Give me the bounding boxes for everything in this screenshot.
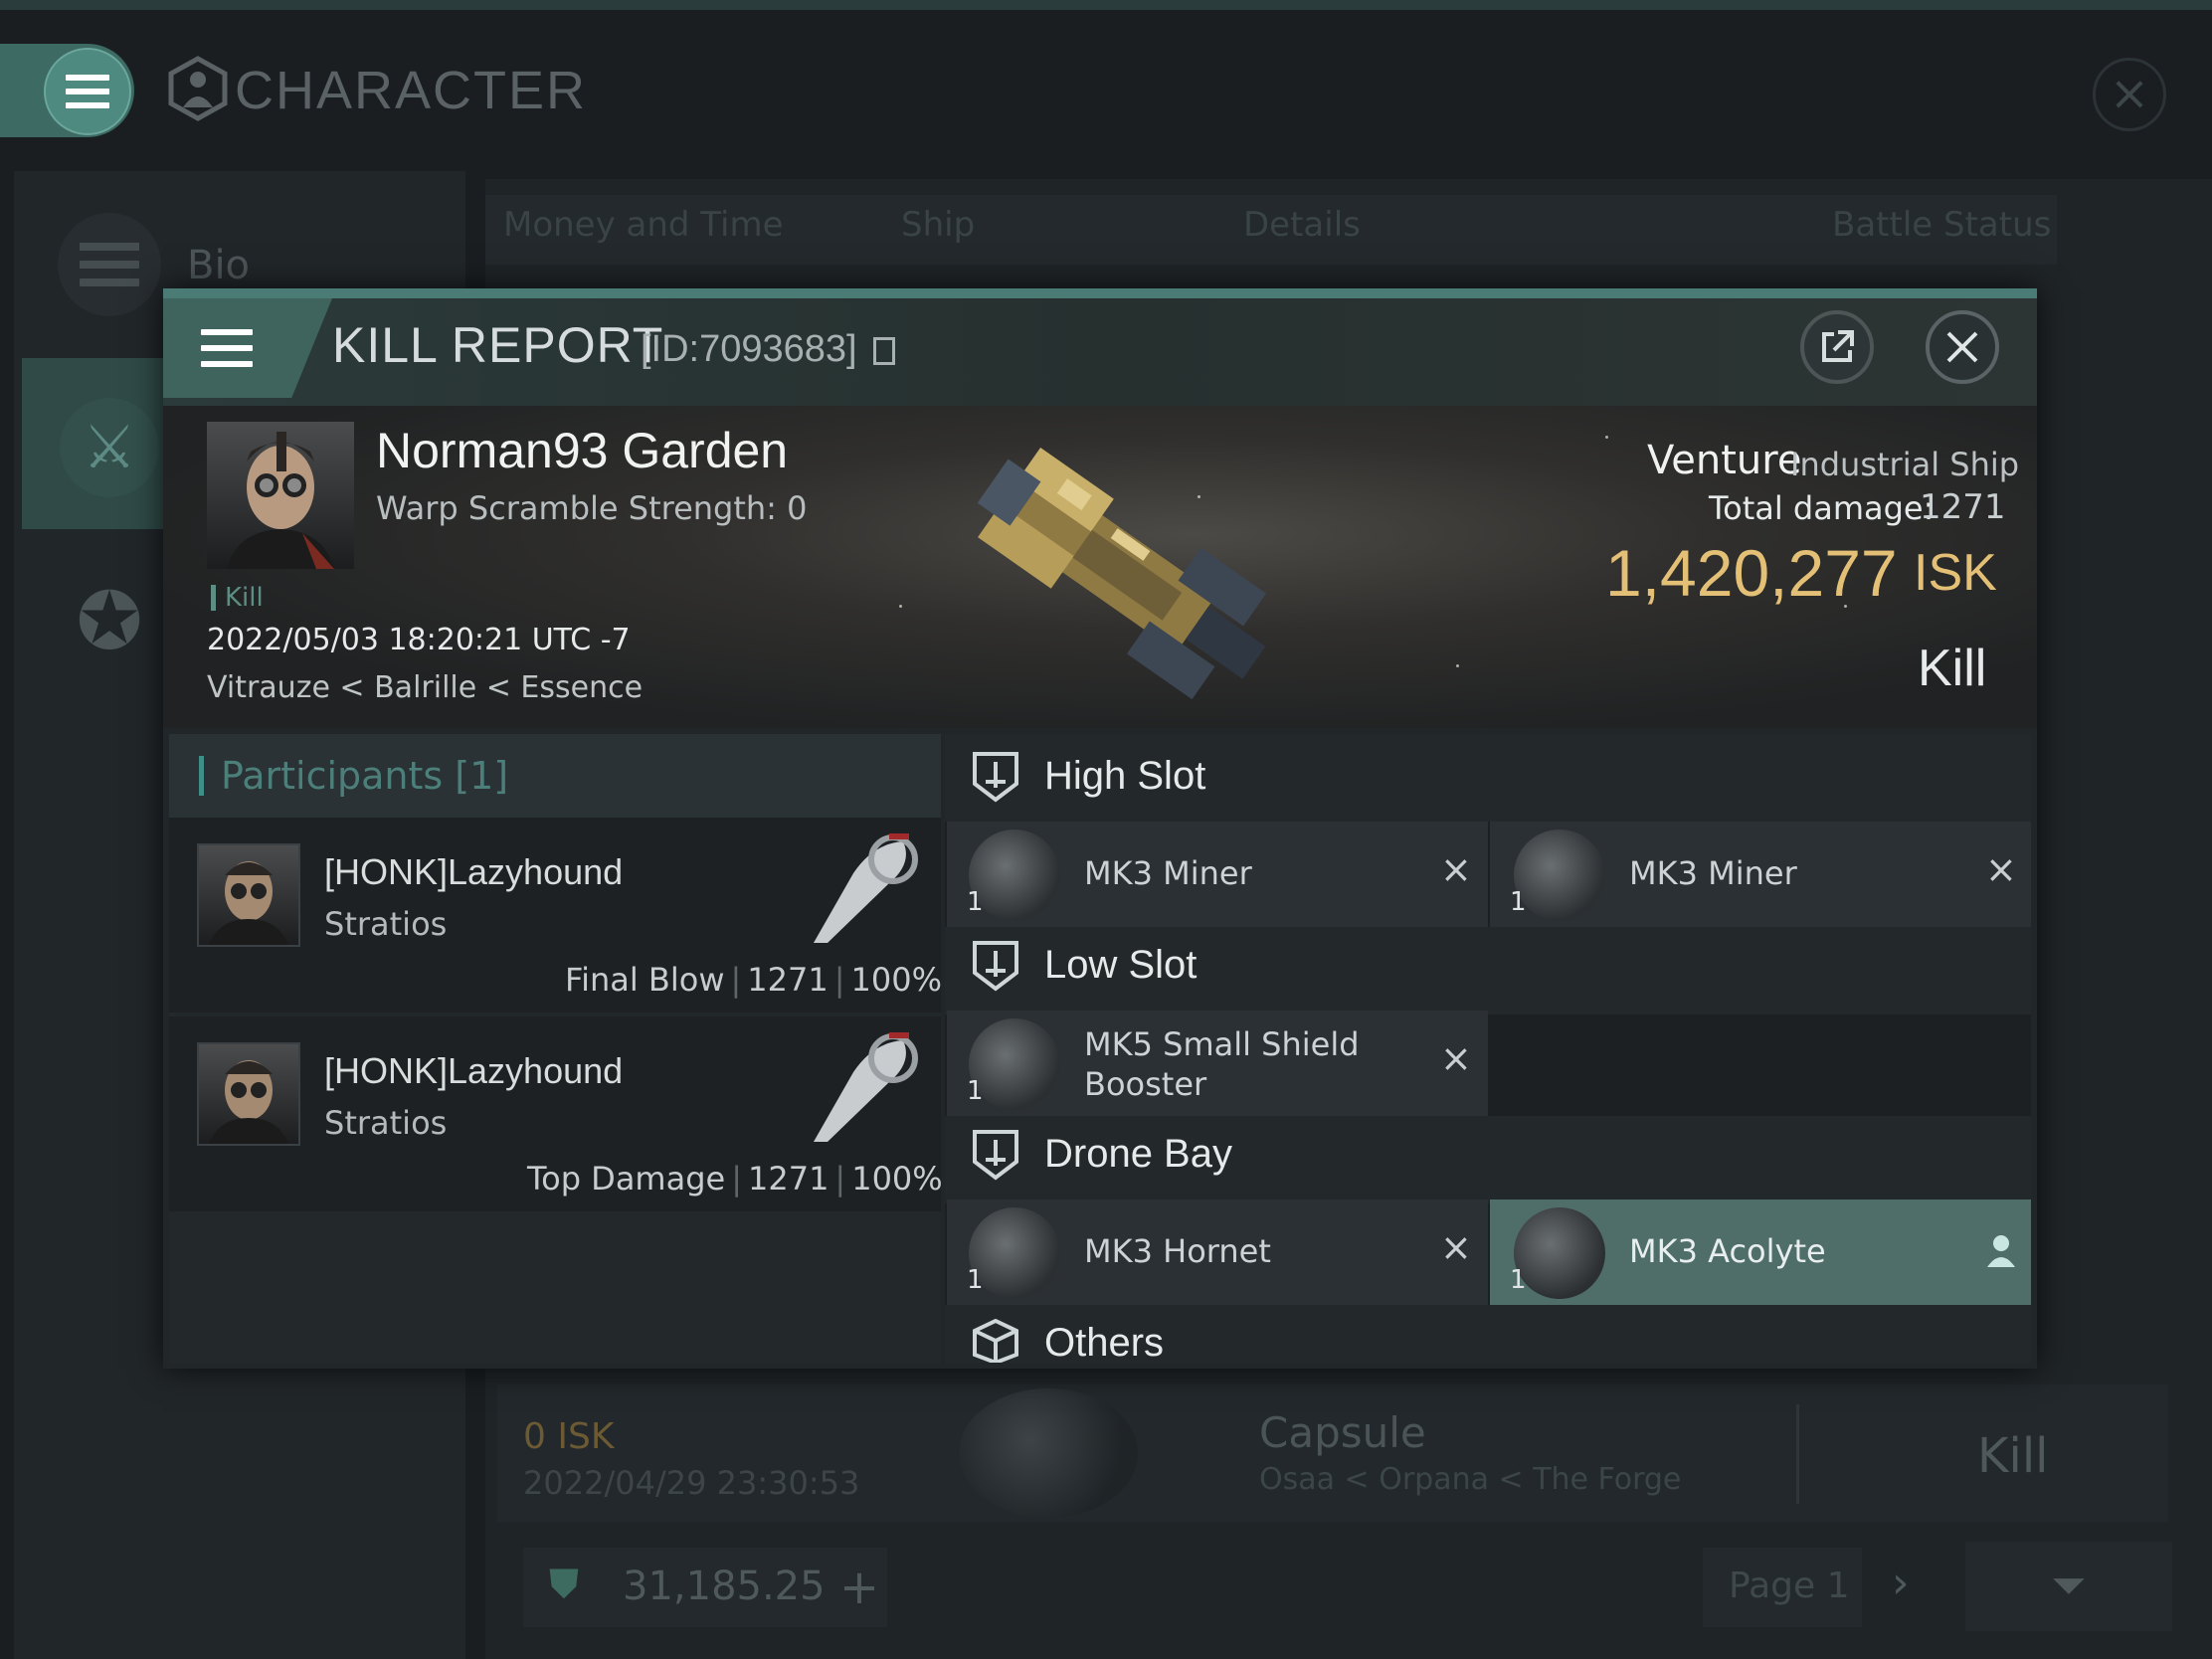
low-slot-icon bbox=[973, 941, 1018, 992]
avatar bbox=[227, 432, 334, 569]
module-quantity: 1 bbox=[967, 1076, 984, 1106]
column-header-money[interactable]: Money and Time bbox=[503, 205, 784, 245]
capsule-image bbox=[959, 1388, 1138, 1518]
sidebar-item-medals[interactable]: ✪ bbox=[58, 567, 161, 676]
participant-stats: Top Damage | 1271 | 100% bbox=[527, 1160, 943, 1198]
filter-button[interactable]: ⏷ bbox=[1965, 1542, 2172, 1631]
list-icon bbox=[80, 243, 139, 286]
total-damage-value: 1271 bbox=[1920, 487, 2006, 527]
modal-title: KILL REPORT bbox=[332, 317, 664, 373]
participant-damage: 1271 bbox=[747, 1160, 830, 1198]
participant-role: Final Blow bbox=[565, 961, 725, 999]
stratios-ship-icon bbox=[814, 833, 918, 943]
destroyed-icon: × bbox=[1440, 1036, 1472, 1080]
isk-unit: ISK bbox=[1914, 544, 1997, 602]
victim-name[interactable]: Norman93 Garden bbox=[376, 422, 788, 479]
box-icon bbox=[973, 1319, 1018, 1363]
sidebar-item-bio[interactable] bbox=[58, 213, 161, 316]
page-label: Page 1 bbox=[1729, 1566, 1850, 1606]
wallet-amount: 31,185.25 bbox=[623, 1564, 826, 1609]
kill-id-text: [ID:7093683] bbox=[641, 328, 857, 370]
ship-class: Industrial Ship bbox=[1790, 446, 2020, 483]
high-slot-icon bbox=[973, 752, 1018, 803]
hamburger-icon bbox=[201, 329, 253, 367]
participants-tab-marker bbox=[199, 756, 204, 796]
module-quantity: 1 bbox=[1510, 1265, 1527, 1295]
kill-id: [ID:7093683] bbox=[641, 328, 896, 371]
kill-datetime: 2022/05/03 18:20:21 UTC -7 bbox=[207, 623, 631, 657]
victim-portrait[interactable] bbox=[207, 422, 354, 569]
row-date: 2022/04/29 23:30:53 bbox=[523, 1464, 860, 1502]
result-label: Kill bbox=[1918, 640, 1987, 697]
kill-tag-label: Kill bbox=[225, 583, 264, 613]
window-close-button[interactable]: × bbox=[2093, 58, 2166, 131]
participant-role: Top Damage bbox=[527, 1160, 726, 1198]
character-icon bbox=[168, 56, 228, 121]
avatar bbox=[197, 1042, 300, 1146]
row-location: Osaa < Orpana < The Forge bbox=[1259, 1462, 1682, 1497]
main-menu-button[interactable] bbox=[44, 48, 131, 135]
destroyed-icon: × bbox=[1985, 847, 2017, 891]
participant-percent: 100% bbox=[851, 1160, 943, 1198]
window-title: CHARACTER bbox=[235, 61, 588, 120]
filter-icon: ⏷ bbox=[2051, 1561, 2087, 1611]
module-quantity: 1 bbox=[967, 887, 984, 917]
sidebar-item-label: Bio bbox=[187, 243, 251, 288]
module-name: MK3 Miner bbox=[1629, 854, 1797, 892]
module-name: MK3 Acolyte bbox=[1629, 1232, 1826, 1270]
warp-scramble-strength: Warp Scramble Strength: 0 bbox=[376, 489, 808, 527]
slot-label-low: Low Slot bbox=[1044, 943, 1198, 987]
close-icon bbox=[1946, 331, 1978, 363]
column-header-battle-status[interactable]: Battle Status bbox=[1832, 205, 2051, 245]
participant-ship: Stratios bbox=[324, 1104, 448, 1142]
close-button[interactable] bbox=[1926, 310, 1999, 384]
row-ship: Capsule bbox=[1259, 1408, 1426, 1457]
column-header-details[interactable]: Details bbox=[1243, 205, 1361, 245]
acolyte-drone-icon bbox=[1514, 1207, 1605, 1299]
participant-name[interactable]: [HONK]Lazyhound bbox=[324, 1050, 623, 1092]
add-funds-button[interactable]: + bbox=[831, 1548, 887, 1627]
module-quantity: 1 bbox=[967, 1265, 984, 1295]
participant-ship: Stratios bbox=[324, 905, 448, 943]
hamburger-icon bbox=[66, 75, 109, 108]
modal-accent-bar bbox=[163, 288, 2037, 298]
avatar bbox=[197, 843, 300, 947]
kill-tag: Kill bbox=[211, 583, 264, 613]
stratios-ship-icon bbox=[814, 1032, 918, 1142]
wallet-icon: ⛊ bbox=[549, 1562, 579, 1607]
next-page-button[interactable]: › bbox=[1892, 1558, 1910, 1608]
copy-icon[interactable] bbox=[873, 336, 896, 365]
module-name: MK3 Miner bbox=[1084, 854, 1252, 892]
share-button[interactable] bbox=[1800, 310, 1874, 384]
slot-label-high: High Slot bbox=[1044, 754, 1206, 798]
destroyed-icon: × bbox=[1440, 847, 1472, 891]
destroyed-icon: × bbox=[1440, 1225, 1472, 1269]
total-damage-label: Total damage: bbox=[1709, 489, 1935, 527]
row-isk: 0 ISK bbox=[523, 1416, 615, 1457]
participant-percent: 100% bbox=[850, 961, 942, 999]
participants-label: Participants [1] bbox=[221, 754, 509, 798]
person-icon bbox=[1987, 1235, 2015, 1267]
isk-value: 1,420,277 bbox=[1605, 536, 1898, 610]
slot-label-others: Others bbox=[1044, 1321, 1165, 1365]
participant-stats: Final Blow | 1271 | 100% bbox=[565, 961, 942, 999]
module-quantity: 1 bbox=[1510, 887, 1527, 917]
divider bbox=[1796, 1404, 1799, 1504]
ship-name[interactable]: Venture bbox=[1647, 438, 1801, 483]
star-icon: ✪ bbox=[76, 575, 143, 667]
module-name: MK5 Small Shield Booster bbox=[1084, 1025, 1360, 1103]
venture-ship-image bbox=[977, 448, 1267, 700]
drone-bay-icon bbox=[973, 1130, 1018, 1181]
slot-label-drones: Drone Bay bbox=[1044, 1132, 1232, 1176]
kill-location[interactable]: Vitrauze < Balrille < Essence bbox=[207, 670, 643, 705]
participant-damage: 1271 bbox=[747, 961, 829, 999]
external-link-icon bbox=[1822, 330, 1854, 362]
row-result: Kill bbox=[1977, 1428, 2049, 1484]
crossed-swords-icon: ⚔ bbox=[60, 398, 159, 497]
participant-name[interactable]: [HONK]Lazyhound bbox=[324, 851, 623, 893]
column-header-ship[interactable]: Ship bbox=[901, 205, 975, 245]
top-accent-line bbox=[0, 0, 2212, 10]
module-name: MK3 Hornet bbox=[1084, 1232, 1271, 1270]
miner-icon bbox=[1514, 830, 1605, 921]
